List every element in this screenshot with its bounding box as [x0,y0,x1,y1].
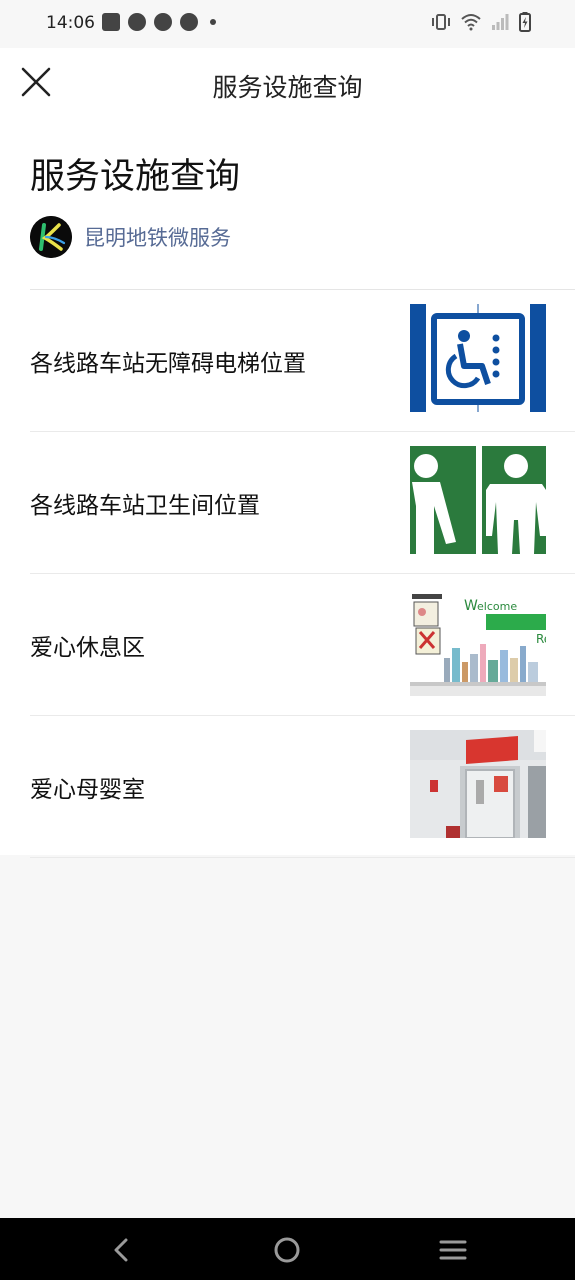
svg-text:Re: Re [536,632,546,646]
status-time: 14:06 [46,13,95,33]
status-bar: 14:06 [0,0,575,48]
status-right-icons [431,12,531,32]
accessible-elevator-image [410,304,546,412]
system-nav-bar [0,1218,575,1280]
svg-text:W: W [464,598,478,614]
recents-button[interactable] [433,1230,473,1270]
app-icon [154,13,172,31]
account-name: 昆明地铁微服务 [84,226,231,250]
wifi-icon [461,14,481,31]
back-button[interactable] [100,1230,140,1270]
list-item-label: 各线路车站无障碍电梯位置 [30,351,306,377]
nursing-room-photo-image [410,730,546,838]
article-content: 服务设施查询 昆明地铁微服务 各线路车站无障碍电梯位置 各线路车站卫生间位置 爱… [0,120,575,858]
app-icon [180,13,198,31]
list-item-label: 各线路车站卫生间位置 [30,493,260,519]
list-item-nursing-room[interactable]: 爱心母婴室 [0,716,575,858]
app-icon [128,13,146,31]
list-item-label: 爱心休息区 [30,635,145,661]
signal-icon [492,14,509,30]
divider [30,857,575,858]
nav-title: 服务设施查询 [212,73,363,102]
rest-area-poster-image: W elcome Re [410,588,546,696]
notification-icon [102,13,120,31]
restroom-sign-image [410,446,546,554]
list-item-restroom[interactable]: 各线路车站卫生间位置 [0,432,575,574]
back-icon [114,1238,128,1262]
home-button[interactable] [267,1230,307,1270]
account-link[interactable]: 昆明地铁微服务 [30,216,231,258]
svg-text:elcome: elcome [477,600,517,613]
list-item-rest-area[interactable]: 爱心休息区 W elcome Re [0,574,575,716]
list-item-accessible-elevator[interactable]: 各线路车站无障碍电梯位置 [0,290,575,432]
page-title: 服务设施查询 [30,157,241,197]
home-icon [274,1237,300,1263]
vibrate-icon [432,14,450,30]
more-dot-icon [210,19,216,25]
avatar [30,216,72,258]
facility-list: 各线路车站无障碍电梯位置 各线路车站卫生间位置 爱心休息区 W elcome R… [0,290,575,858]
recents-icon [439,1240,467,1260]
list-item-label: 爱心母婴室 [30,777,145,803]
battery-charging-icon [519,12,531,32]
nav-bar: 服务设施查询 [0,48,575,120]
status-left-icons [102,13,216,31]
